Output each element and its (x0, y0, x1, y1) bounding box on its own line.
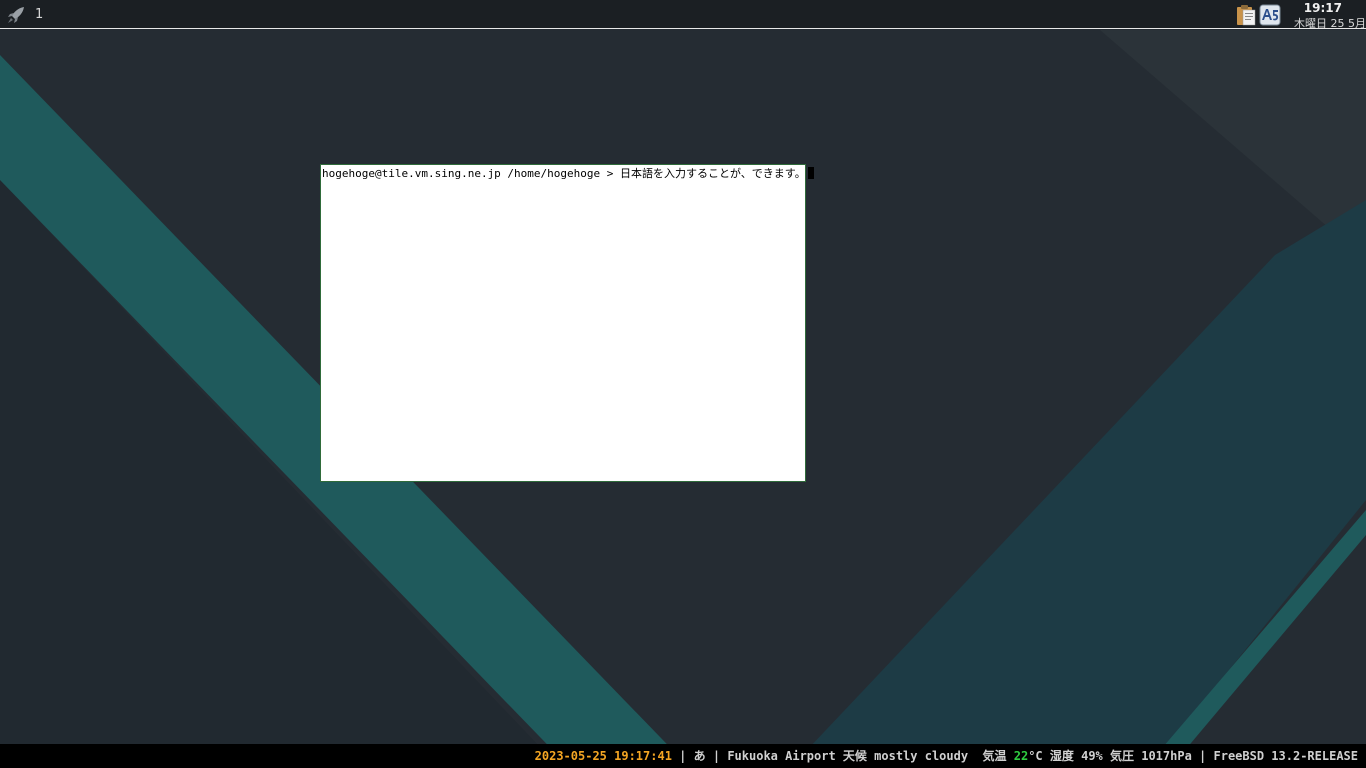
terminal-prompt-line[interactable]: hogehoge@tile.vm.sing.ne.jp /home/hogeho… (322, 167, 814, 181)
status-weather-suffix: °C 湿度 49% 気圧 1017hPa (1028, 749, 1192, 763)
ime-input-method-icon[interactable] (1259, 4, 1281, 26)
terminal-window[interactable]: hogehoge@tile.vm.sing.ne.jp /home/hogeho… (320, 164, 814, 482)
workspace-indicator[interactable]: 1 (35, 7, 43, 22)
status-os-version: FreeBSD 13.2-RELEASE (1213, 749, 1359, 763)
status-datetime: 2023-05-25 19:17:41 (534, 749, 672, 763)
terminal-cursor (807, 167, 814, 179)
status-ime-mode: あ (693, 749, 706, 763)
launcher-rocket-icon[interactable] (5, 4, 27, 26)
status-text: 2023-05-25 19:17:41 | あ | Fukuoka Airpor… (535, 748, 1358, 764)
status-temperature: 22 (1013, 749, 1029, 763)
top-panel: 1 19:17 木曜日 25 5月 (0, 0, 1366, 29)
status-separator: | (705, 749, 728, 763)
terminal-input-text[interactable]: 日本語を入力することが、できます。 (620, 167, 806, 180)
clock-time[interactable]: 19:17 (1304, 1, 1342, 15)
status-separator: | (1191, 749, 1214, 763)
status-bar: 2023-05-25 19:17:41 | あ | Fukuoka Airpor… (0, 744, 1366, 768)
status-weather-prefix: Fukuoka Airport 天候 mostly cloudy 気温 (727, 749, 1014, 763)
terminal-prompt: hogehoge@tile.vm.sing.ne.jp /home/hogeho… (322, 167, 621, 180)
desktop: 1 19:17 木曜日 25 5月 hogehoge@tile.vm.sing.… (0, 0, 1366, 768)
clock-date[interactable]: 木曜日 25 5月 (1294, 17, 1366, 28)
status-separator: | (671, 749, 694, 763)
clipboard-icon[interactable] (1235, 4, 1257, 26)
